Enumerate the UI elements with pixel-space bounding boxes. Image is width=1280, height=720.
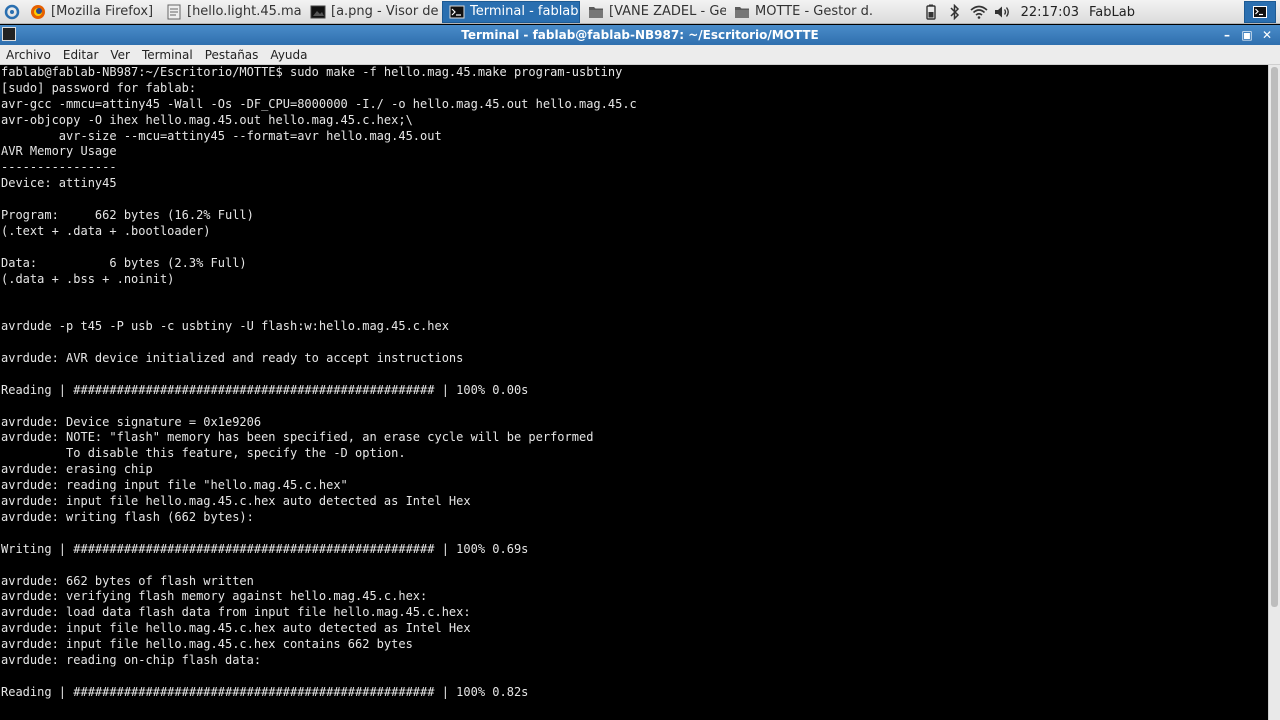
terminal-line: avrdude -p t45 -P usb -c usbtiny -U flas… [1, 319, 449, 334]
window-titlebar[interactable]: Terminal - fablab@fablab-NB987: ~/Escrit… [0, 25, 1280, 45]
close-icon: ✕ [1261, 28, 1273, 42]
taskbar-item-label: [Mozilla Firefox] [51, 4, 154, 19]
terminal-line: avrdude: input file hello.mag.45.c.hex a… [1, 621, 471, 636]
maximize-button[interactable]: ▣ [1238, 26, 1256, 44]
taskbar-item[interactable]: Terminal - fablab@... [442, 0, 580, 23]
terminal-line: avrdude: Device signature = 0x1e9206 [1, 414, 262, 429]
taskbar-item[interactable]: [hello.light.45.ma... [160, 1, 302, 23]
terminal-line: (.data + .bss + .noinit) [1, 271, 175, 286]
terminal-line: avrdude: AVR device initialized and read… [1, 351, 464, 366]
window-icon[interactable] [2, 27, 16, 41]
app-menu-icon [4, 4, 20, 19]
terminal-line: avrdude: erasing chip [1, 462, 153, 477]
task-list: [Mozilla Firefox] [hello.light.45.ma... [a… [24, 0, 874, 24]
volume-icon[interactable] [991, 0, 1015, 24]
clock[interactable]: 22:17:03 [1015, 5, 1089, 20]
terminal-line: avrdude: load data flash data from input… [1, 605, 471, 620]
terminal-line: To disable this feature, specify the -D … [1, 446, 406, 461]
image-viewer-icon [310, 4, 326, 20]
battery-icon[interactable] [919, 0, 943, 24]
menu-ayuda[interactable]: Ayuda [264, 48, 313, 62]
username-label[interactable]: FabLab [1089, 5, 1244, 20]
terminal-line: Device: attiny45 [1, 176, 117, 191]
show-desktop-button[interactable] [1244, 1, 1276, 23]
text-editor-icon [166, 4, 182, 20]
taskbar-item-label: [VANE ZADEL - Ges... [609, 4, 726, 19]
terminal-line: avrdude: reading on-chip flash data: [1, 652, 262, 667]
taskbar-item[interactable]: MOTTE - Gestor d... [728, 1, 872, 23]
terminal-icon [449, 4, 465, 20]
menu-pestanas[interactable]: Pestañas [199, 48, 265, 62]
terminal-line: avrdude: input file hello.mag.45.c.hex c… [1, 637, 413, 652]
scrollbar-thumb[interactable] [1271, 67, 1278, 607]
folder-icon [588, 4, 604, 20]
terminal-line: Reading | ##############################… [1, 382, 529, 397]
terminal-line: (.text + .data + .bootloader) [1, 223, 211, 238]
top-panel: [Mozilla Firefox] [hello.light.45.ma... [a… [0, 0, 1280, 24]
terminal-line: avr-gcc -mmcu=attiny45 -Wall -Os -DF_CPU… [1, 96, 637, 111]
terminal-line: avrdude: verifying flash memory against … [1, 589, 428, 604]
close-button[interactable]: ✕ [1258, 26, 1276, 44]
restore-icon: ▣ [1241, 28, 1253, 42]
terminal-line: avrdude: 662 bytes of flash written [1, 573, 254, 588]
terminal-line: avrdude: input file hello.mag.45.c.hex a… [1, 494, 471, 509]
terminal-line: Program: 662 bytes (16.2% Full) [1, 208, 254, 223]
terminal-line: Reading | ##############################… [1, 684, 529, 699]
bluetooth-icon[interactable] [943, 0, 967, 24]
menu-archivo[interactable]: Archivo [0, 48, 57, 62]
terminal-line: avrdude: writing flash (662 bytes): [1, 509, 254, 524]
taskbar-item-label: [hello.light.45.ma... [187, 4, 302, 19]
system-tray: 22:17:03 FabLab [919, 0, 1280, 24]
terminal-scrollbar[interactable] [1268, 65, 1280, 720]
firefox-icon [30, 4, 46, 20]
terminal-line: avrdude: reading input file "hello.mag.4… [1, 478, 348, 493]
terminal-line: avr-objcopy -O ihex hello.mag.45.out hel… [1, 112, 413, 127]
terminal-line: fablab@fablab-NB987:~/Escritorio/MOTTE$ … [1, 65, 623, 79]
app-menu-button[interactable] [0, 0, 24, 24]
menu-bar: Archivo Editar Ver Terminal Pestañas Ayu… [0, 45, 1280, 65]
terminal-line: Data: 6 bytes (2.3% Full) [1, 255, 247, 270]
terminal-line: AVR Memory Usage [1, 144, 117, 159]
terminal-line: Writing | ##############################… [1, 541, 529, 556]
terminal-line: [sudo] password for fablab: [1, 80, 197, 95]
taskbar-item-label: MOTTE - Gestor d... [755, 4, 872, 19]
minimize-icon: – [1224, 28, 1230, 42]
window-controls: – ▣ ✕ [1216, 25, 1276, 45]
terminal-line: avr-size --mcu=attiny45 --format=avr hel… [1, 128, 442, 143]
taskbar-item[interactable]: [a.png - Visor de i... [304, 1, 440, 23]
terminal-line: ---------------- [1, 160, 117, 175]
wifi-icon[interactable] [967, 0, 991, 24]
taskbar-item[interactable]: [Mozilla Firefox] [24, 1, 158, 23]
terminal-line: avrdude: NOTE: "flash" memory has been s… [1, 430, 594, 445]
menu-terminal[interactable]: Terminal [136, 48, 199, 62]
terminal-output[interactable]: fablab@fablab-NB987:~/Escritorio/MOTTE$ … [0, 65, 1268, 720]
window-title: Terminal - fablab@fablab-NB987: ~/Escrit… [461, 28, 819, 42]
menu-editar[interactable]: Editar [57, 48, 105, 62]
taskbar-item-label: Terminal - fablab@... [470, 4, 579, 19]
menu-ver[interactable]: Ver [104, 48, 136, 62]
folder-icon [734, 4, 750, 20]
minimize-button[interactable]: – [1218, 26, 1236, 44]
taskbar-item-label: [a.png - Visor de i... [331, 4, 440, 19]
terminal-icon [1253, 6, 1267, 18]
taskbar-item[interactable]: [VANE ZADEL - Ges... [582, 1, 726, 23]
